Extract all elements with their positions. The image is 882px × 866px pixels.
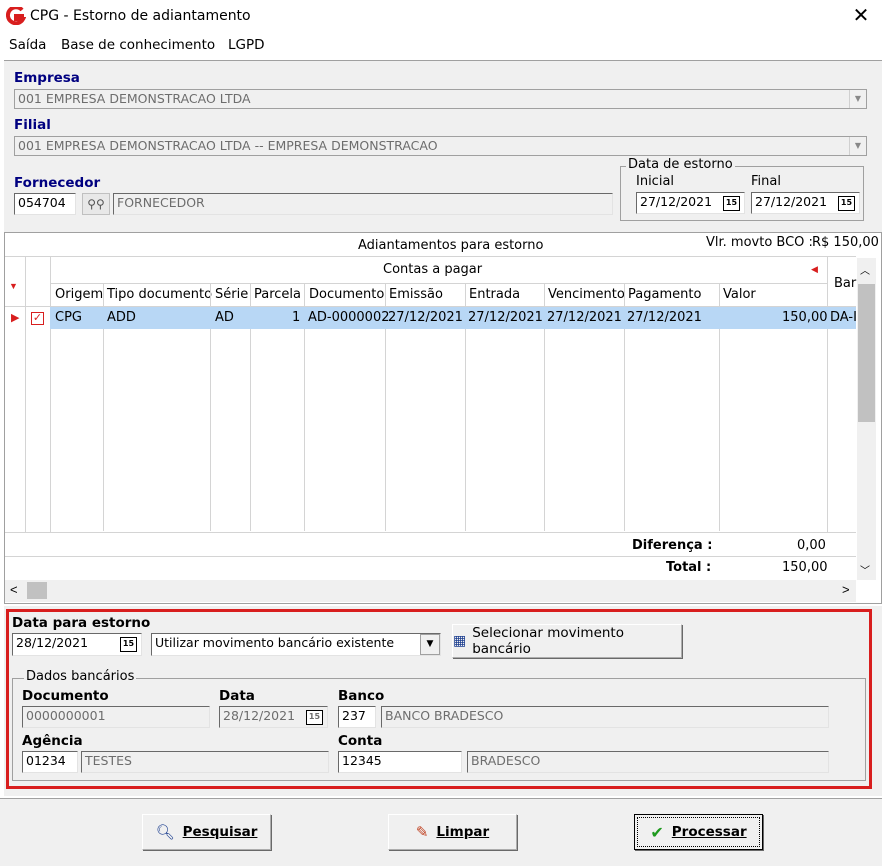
- diferenca-label: Diferença :: [632, 538, 713, 553]
- cell-tipo: ADD: [107, 310, 136, 325]
- menu-saida[interactable]: Saída: [9, 37, 46, 53]
- column-header-emissao[interactable]: Emissão: [389, 287, 443, 302]
- col-line: [50, 257, 51, 532]
- fornecedor-name: FORNECEDOR: [113, 193, 613, 215]
- close-icon[interactable]: ✕: [847, 2, 875, 30]
- cell-pagamento: 27/12/2021: [627, 310, 702, 325]
- cell-parcela: 1: [292, 310, 301, 325]
- cell-serie: AD: [215, 310, 234, 325]
- cell-documento: AD-0000002: [308, 310, 390, 325]
- column-header-parcela[interactable]: Parcela: [254, 287, 302, 302]
- scroll-up-icon[interactable]: ︿: [860, 262, 870, 277]
- title-bar: CPG - Estorno de adiantamento ✕: [0, 0, 882, 33]
- data-estorno-group-title: Data de estorno: [626, 157, 735, 172]
- cell-origem: CPG: [55, 310, 82, 325]
- column-header-banco: Bar: [834, 276, 857, 291]
- cell-vencimento: 27/12/2021: [547, 310, 622, 325]
- sort-down-icon: ▼: [9, 281, 18, 291]
- empresa-select[interactable]: 001 EMPRESA DEMONSTRACAO LTDA ▼: [14, 89, 867, 109]
- app-logo-icon: [6, 7, 26, 25]
- filial-select[interactable]: 001 EMPRESA DEMONSTRACAO LTDA -- EMPRESA…: [14, 136, 867, 156]
- menu-bar: Saída Base de conhecimento LGPD: [0, 33, 882, 57]
- inicial-date-value: 27/12/2021: [640, 194, 713, 209]
- divider: [5, 532, 856, 533]
- empresa-value: 001 EMPRESA DEMONSTRACAO LTDA: [18, 91, 251, 106]
- fornecedor-label: Fornecedor: [14, 175, 101, 191]
- filial-label: Filial: [14, 117, 51, 133]
- cell-emissao: 27/12/2021: [388, 310, 463, 325]
- vlr-movto-value: R$ 150,00: [812, 235, 879, 250]
- total-value: 150,00: [782, 560, 828, 575]
- empresa-label: Empresa: [14, 70, 80, 86]
- processar-button[interactable]: ✔ Processar: [634, 814, 763, 850]
- window-title: CPG - Estorno de adiantamento: [30, 8, 251, 24]
- inicial-date-input[interactable]: 27/12/2021 15: [636, 192, 745, 214]
- hscrollbar-thumb[interactable]: [27, 582, 47, 599]
- search-icon: 🔍︎: [155, 823, 175, 841]
- divider: [5, 556, 856, 557]
- column-header-documento[interactable]: Documento: [309, 287, 385, 302]
- divider: [50, 283, 827, 284]
- column-header-tipo[interactable]: Tipo documento: [107, 287, 213, 302]
- divider: [5, 256, 856, 257]
- scroll-left-icon[interactable]: <: [10, 582, 18, 597]
- check-icon: ✔: [650, 822, 664, 842]
- horizontal-scrollbar[interactable]: [5, 580, 856, 602]
- final-date-input[interactable]: 27/12/2021 15: [751, 192, 860, 214]
- inicial-label: Inicial: [636, 174, 675, 189]
- grid-title: Adiantamentos para estorno: [358, 238, 544, 253]
- menu-base-conhecimento[interactable]: Base de conhecimento: [61, 37, 215, 53]
- processar-label: Processar: [671, 824, 747, 840]
- total-label: Total :: [666, 560, 712, 575]
- limpar-label: Limpar: [436, 824, 490, 840]
- column-header-serie[interactable]: Série: [215, 287, 249, 302]
- column-header-origem[interactable]: Origem: [55, 287, 104, 302]
- chevron-down-icon[interactable]: ▼: [849, 90, 866, 108]
- col-line: [827, 257, 828, 532]
- scroll-down-icon[interactable]: ﹀: [860, 562, 870, 577]
- final-label: Final: [751, 174, 781, 189]
- pesquisar-button[interactable]: 🔍︎ Pesquisar: [142, 814, 271, 850]
- column-header-valor[interactable]: Valor: [723, 287, 756, 302]
- diferenca-value: 0,00: [797, 538, 826, 553]
- column-header-pagamento[interactable]: Pagamento: [628, 287, 702, 302]
- group-header-contas-pagar: Contas a pagar: [383, 262, 483, 277]
- final-date-value: 27/12/2021: [755, 194, 828, 209]
- menu-lgpd[interactable]: LGPD: [228, 37, 265, 53]
- binoculars-icon[interactable]: ⚲⚲: [82, 193, 110, 215]
- broom-icon: ✎: [415, 823, 429, 841]
- chevron-down-icon[interactable]: ▼: [849, 137, 866, 155]
- fornecedor-code-input[interactable]: 054704: [14, 193, 76, 215]
- vlr-movto-label: Vlr. movto BCO :: [706, 235, 813, 250]
- row-pointer-icon: ▶: [11, 312, 20, 324]
- scrollbar-thumb[interactable]: [858, 284, 875, 422]
- column-header-entrada[interactable]: Entrada: [469, 287, 521, 302]
- limpar-button[interactable]: ✎ Limpar: [388, 814, 517, 850]
- pesquisar-label: Pesquisar: [182, 824, 258, 840]
- highlight-box: [6, 609, 872, 789]
- cell-entrada: 27/12/2021: [468, 310, 543, 325]
- cell-banco: DA-I: [830, 310, 856, 325]
- col-line: [25, 257, 26, 532]
- cell-valor: 150,00: [782, 310, 828, 325]
- column-header-vencimento[interactable]: Vencimento: [548, 287, 625, 302]
- calendar-icon[interactable]: 15: [838, 196, 855, 211]
- row-checkbox[interactable]: ✓: [31, 312, 44, 325]
- scroll-right-icon[interactable]: >: [842, 582, 850, 597]
- sort-left-icon: ◀: [811, 264, 818, 274]
- calendar-icon[interactable]: 15: [723, 196, 740, 211]
- filial-value: 001 EMPRESA DEMONSTRACAO LTDA -- EMPRESA…: [18, 138, 438, 153]
